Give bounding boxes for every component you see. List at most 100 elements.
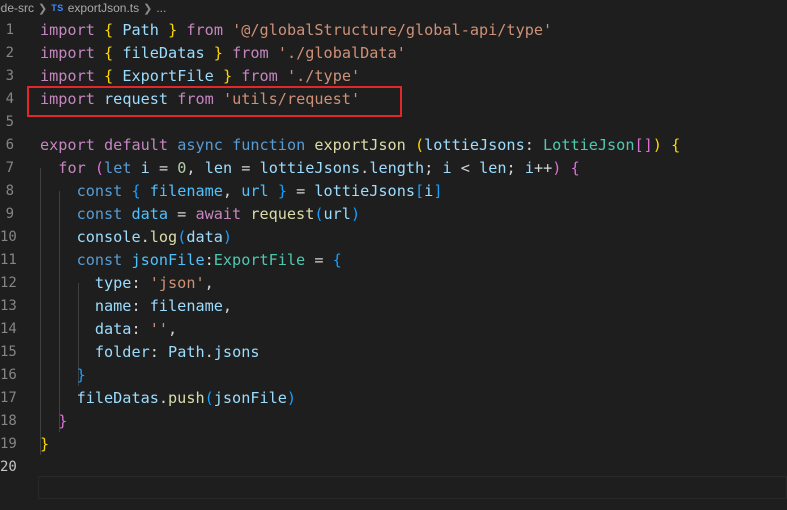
code-text[interactable]: const { filename, url } = lottieJsons[i]: [40, 180, 443, 203]
code-line[interactable]: 14 data: '',: [0, 318, 787, 341]
code-text[interactable]: export default async function exportJson…: [40, 134, 680, 157]
code-token: from: [186, 21, 223, 39]
code-line[interactable]: 2 import { fileDatas } from './globalData…: [0, 42, 787, 65]
code-text[interactable]: for (let i = 0, len = lottieJsons.length…: [40, 157, 579, 180]
code-token: (: [177, 228, 187, 246]
line-number: 15: [0, 344, 17, 360]
code-line[interactable]: 3 import { ExportFile } from './type': [0, 65, 787, 88]
code-line[interactable]: 12 type: 'json',: [0, 272, 787, 295]
code-token: import: [40, 21, 95, 39]
code-token: const: [76, 205, 123, 223]
code-token: }: [76, 366, 86, 384]
code-text[interactable]: import { ExportFile } from './type': [40, 65, 360, 88]
code-line[interactable]: 15 folder: Path.jsons: [0, 341, 787, 364]
line-number: 2: [5, 45, 14, 61]
code-token: i: [424, 182, 434, 200]
code-line[interactable]: 13 name: filename,: [0, 295, 787, 318]
code-token: ExportFile: [213, 251, 306, 269]
code-text[interactable]: import { Path } from '@/globalStructure/…: [40, 19, 552, 42]
code-token: const: [76, 182, 123, 200]
code-line[interactable]: 6 export default async function exportJso…: [0, 134, 787, 157]
code-text[interactable]: folder: Path.jsons: [40, 341, 260, 364]
code-token: :: [131, 274, 150, 292]
code-token: name: [94, 297, 132, 315]
code-token: filename: [149, 182, 223, 200]
code-text[interactable]: }: [40, 410, 67, 433]
code-text[interactable]: }: [40, 364, 86, 387]
code-token: ): [350, 205, 361, 223]
breadcrumb-folder[interactable]: ode-src: [0, 1, 34, 15]
code-token: ++: [533, 159, 553, 177]
code-token: =: [168, 205, 196, 223]
code-token: function: [232, 136, 306, 154]
code-text[interactable]: console.log(data): [40, 226, 233, 249]
code-token: './type': [286, 67, 361, 85]
line-number: 18: [0, 413, 17, 429]
code-token: ExportFile: [122, 67, 214, 85]
code-token: {: [131, 182, 141, 200]
code-token: export: [40, 136, 95, 154]
code-line[interactable]: 19}: [0, 433, 787, 456]
code-text[interactable]: fileDatas.push(jsonFile): [40, 387, 297, 410]
code-token: fileDatas: [122, 44, 205, 62]
code-token: (: [204, 389, 214, 407]
line-number: 11: [0, 252, 17, 268]
code-token: await: [195, 205, 242, 223]
code-token: lottieJsons: [314, 182, 415, 200]
code-token: ]: [433, 182, 443, 200]
code-token: .: [140, 228, 150, 246]
code-token: ,: [186, 159, 205, 177]
line-number: 8: [5, 183, 14, 199]
code-line[interactable]: 9 const data = await request(url): [0, 203, 787, 226]
code-token: url: [323, 205, 351, 223]
breadcrumb-file[interactable]: exportJson.ts: [68, 1, 139, 15]
line-number: 12: [0, 275, 17, 291]
line-number: 4: [5, 91, 14, 107]
code-line[interactable]: 11 const jsonFile:ExportFile = {: [0, 249, 787, 272]
code-text[interactable]: type: 'json',: [40, 272, 214, 295]
code-token: log: [149, 228, 178, 246]
code-line[interactable]: 20: [0, 456, 787, 479]
breadcrumb-symbol-trail[interactable]: ...: [156, 1, 166, 15]
code-token: LottieJson: [543, 136, 635, 154]
code-token: from: [241, 67, 278, 85]
code-token: jsonFile: [131, 251, 205, 269]
code-line[interactable]: 7 for (let i = 0, len = lottieJsons.leng…: [0, 157, 787, 180]
code-text[interactable]: data: '',: [40, 318, 177, 341]
line-number: 20: [0, 459, 17, 475]
code-token: }: [222, 67, 233, 85]
code-token: =: [305, 251, 333, 269]
code-token: data: [131, 205, 169, 223]
code-token: console: [76, 228, 141, 246]
code-token: :: [524, 136, 544, 154]
code-token: {: [104, 44, 114, 62]
code-line[interactable]: 18 }: [0, 410, 787, 433]
code-token: ,: [222, 182, 242, 200]
code-text[interactable]: name: filename,: [40, 295, 232, 318]
code-line[interactable]: 16 }: [0, 364, 787, 387]
code-text[interactable]: }: [40, 433, 49, 456]
line-number: 19: [0, 436, 17, 452]
code-line[interactable]: 1 import { Path } from '@/globalStructure…: [0, 19, 787, 42]
chevron-right-icon: ❯: [143, 2, 153, 15]
code-token: i: [140, 159, 150, 177]
code-text[interactable]: const jsonFile:ExportFile = {: [40, 249, 342, 272]
line-number: 1: [5, 22, 14, 38]
code-text[interactable]: import { fileDatas } from './globalData': [40, 42, 406, 65]
code-line[interactable]: 17 fileDatas.push(jsonFile): [0, 387, 787, 410]
code-line[interactable]: 10 console.log(data): [0, 226, 787, 249]
line-number: 5: [5, 114, 14, 130]
code-text[interactable]: const data = await request(url): [40, 203, 361, 226]
code-token: ): [652, 136, 662, 154]
code-line[interactable]: 8 const { filename, url } = lottieJsons[…: [0, 180, 787, 203]
